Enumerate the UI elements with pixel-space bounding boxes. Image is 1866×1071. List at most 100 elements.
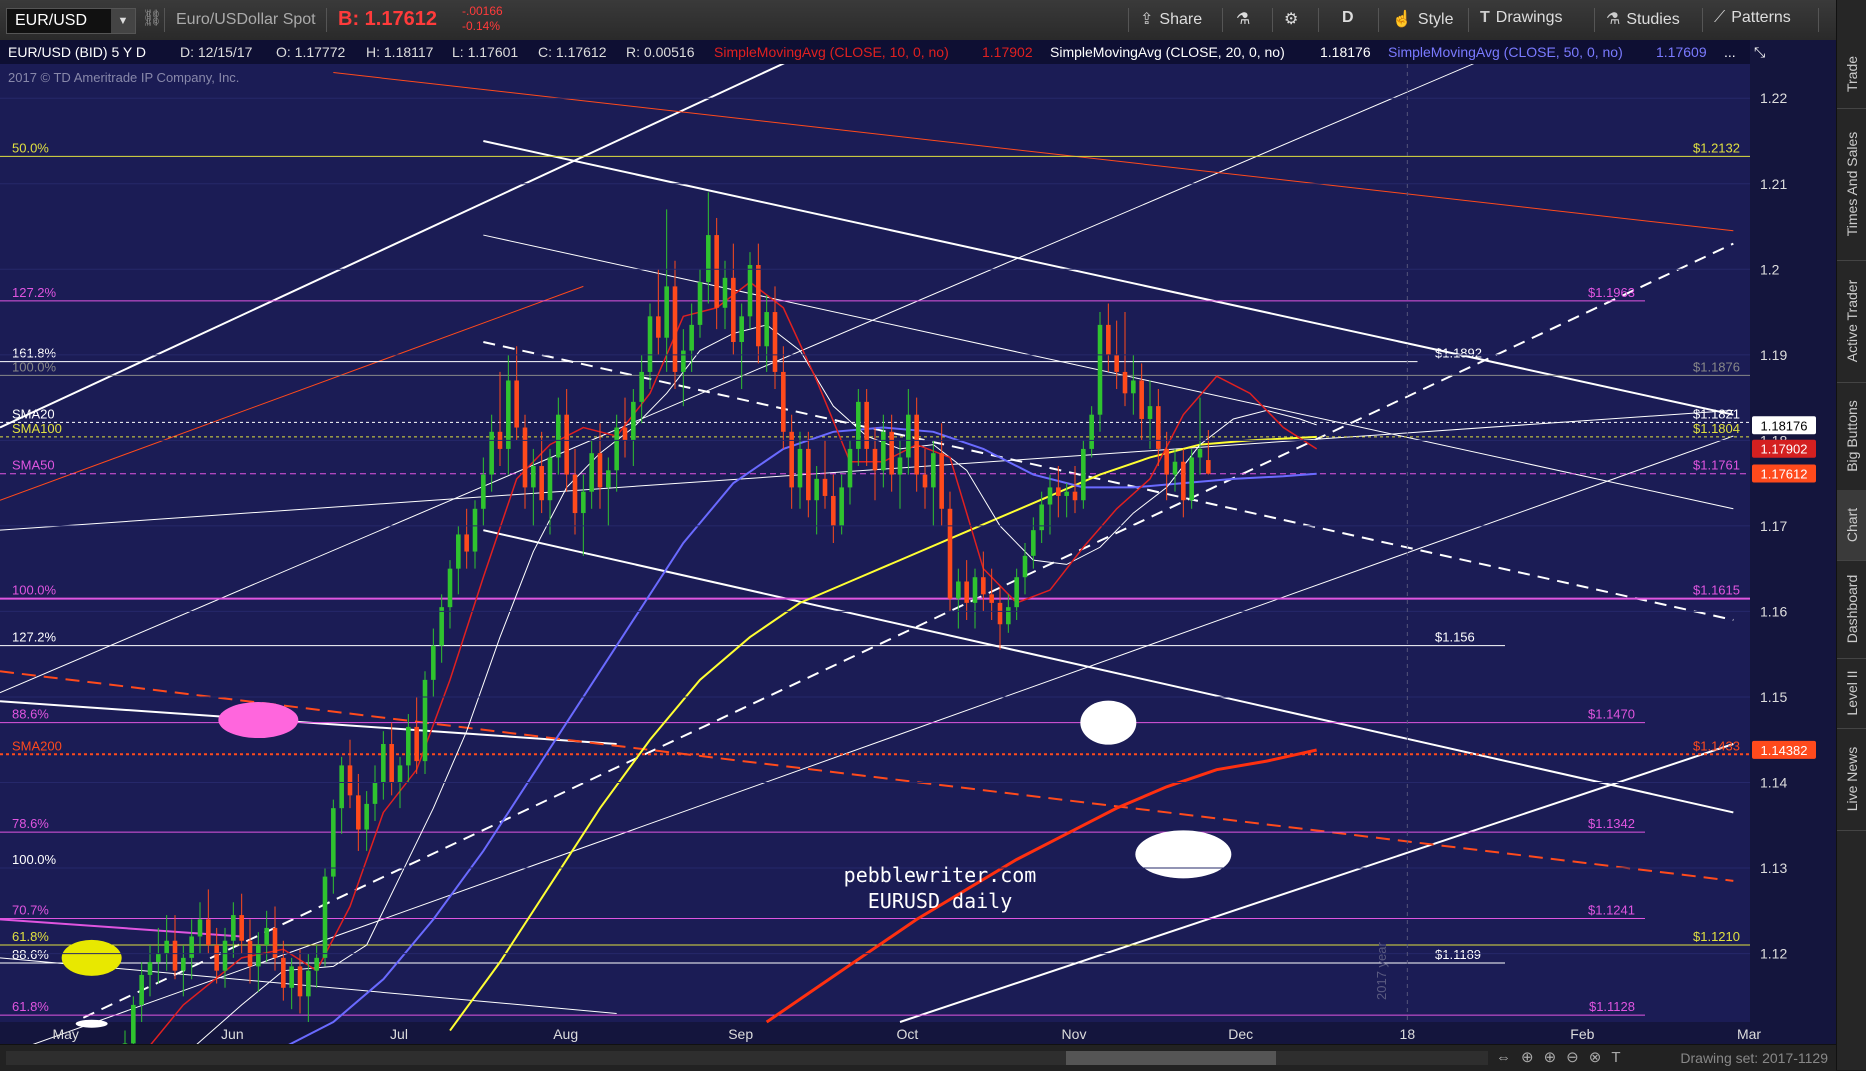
candle-body xyxy=(839,487,844,526)
tab-chart[interactable]: Chart xyxy=(1837,490,1866,561)
candle-body xyxy=(314,957,319,971)
x-tick-label: Nov xyxy=(1062,1026,1087,1042)
symbol-text: EUR/USD xyxy=(15,12,88,29)
tab-active-trader[interactable]: Active Trader xyxy=(1837,260,1866,383)
toolbar-divider xyxy=(1128,8,1129,32)
header-date: D: 12/15/17 xyxy=(180,44,253,60)
toolbar-divider xyxy=(1272,8,1273,32)
candle-body xyxy=(264,927,269,946)
candle-body xyxy=(431,645,436,680)
zoom-out-icon[interactable]: ⊖ xyxy=(1566,1049,1589,1066)
candle-body xyxy=(639,371,644,402)
toolbar-divider xyxy=(1468,8,1469,32)
header-sma20: SimpleMovingAvg (CLOSE, 20, 0, no) xyxy=(1050,44,1285,60)
x-tick-label: Feb xyxy=(1570,1026,1594,1042)
level-value: $1.1963 xyxy=(1588,285,1635,300)
candle-body xyxy=(256,945,261,967)
level-label: 88.6% xyxy=(12,947,49,962)
level-value: $1.1433 xyxy=(1693,738,1740,753)
header-close: C: 1.17612 xyxy=(538,44,607,60)
symbol-selector[interactable]: EUR/USD ▼ xyxy=(6,8,136,34)
candle-body xyxy=(756,265,761,347)
candle-body xyxy=(631,401,636,441)
candle-body xyxy=(1164,448,1169,475)
candle-body xyxy=(831,495,836,526)
share-icon: ⇪ xyxy=(1140,11,1154,28)
candle-body xyxy=(1056,487,1061,496)
level-value: $1.2132 xyxy=(1693,140,1740,155)
level-value: $1.1876 xyxy=(1693,359,1740,374)
share-label: Share xyxy=(1159,11,1203,28)
tab-times-and-sales[interactable]: Times And Sales xyxy=(1837,108,1866,261)
candle-body xyxy=(1047,487,1053,505)
drawing-set-label[interactable]: Drawing set: 2017-1129 xyxy=(1680,1050,1828,1066)
candle-body xyxy=(1022,555,1028,578)
header-sma50: SimpleMovingAvg (CLOSE, 50, 0, no) xyxy=(1388,44,1623,60)
level-label: 100.0% xyxy=(12,852,57,867)
chevron-down-icon[interactable]: ▼ xyxy=(111,9,135,33)
studies-button[interactable]: ⚗ Studies xyxy=(1606,9,1680,31)
candle-body xyxy=(614,427,619,471)
text-tool-icon[interactable]: T xyxy=(1611,1049,1630,1066)
zoom-in-icon[interactable]: ⊕ xyxy=(1544,1049,1567,1066)
drawings-button[interactable]: T Drawings xyxy=(1480,9,1562,31)
pan-icon[interactable]: ⇔ xyxy=(1496,1049,1521,1066)
candle-body xyxy=(922,474,928,488)
toolbar-divider xyxy=(1702,8,1703,32)
scroll-thumb[interactable] xyxy=(1066,1051,1276,1065)
candle-body xyxy=(547,457,553,501)
candle-body xyxy=(189,936,194,958)
change-value: -.00166 xyxy=(462,4,503,18)
tab-live-news[interactable]: Live News xyxy=(1837,728,1866,831)
toolbar-divider xyxy=(1594,8,1595,32)
y-tick-label: 1.2 xyxy=(1760,261,1780,277)
candle-body xyxy=(372,782,378,804)
candle-body xyxy=(881,431,886,471)
header-sma50-value: 1.17609 xyxy=(1656,44,1707,60)
candle-body xyxy=(1031,530,1036,556)
level-label: 61.8% xyxy=(12,929,49,944)
x-tick-label: Sep xyxy=(728,1026,753,1042)
candle-body xyxy=(864,401,869,449)
header-more[interactable]: ... xyxy=(1724,44,1736,60)
patterns-button[interactable]: ⟋ Patterns xyxy=(1714,9,1791,31)
price-chart[interactable]: 50.0% $1.2132127.2% $1.1963161.8% $1.189210… xyxy=(0,40,1836,1044)
x-tick-label: Aug xyxy=(553,1026,578,1042)
tab-dashboard[interactable]: Dashboard xyxy=(1837,560,1866,659)
candle-body xyxy=(322,876,328,958)
level-label: 100.0% xyxy=(12,583,57,598)
settings-button[interactable]: ⚙ xyxy=(1284,9,1298,31)
tab-level-ii[interactable]: Level II xyxy=(1837,658,1866,729)
candle-body xyxy=(1064,491,1069,496)
style-button[interactable]: ☝ Style xyxy=(1392,9,1454,31)
tab-big-buttons[interactable]: Big Buttons xyxy=(1837,382,1866,491)
level-value: $1.1241 xyxy=(1588,903,1635,918)
flask-button[interactable]: ⚗ xyxy=(1236,9,1250,31)
candle-body xyxy=(1139,380,1144,419)
link-icon[interactable]: ⛓ xyxy=(142,8,162,30)
zoom-fit-icon[interactable]: ⊗ xyxy=(1589,1049,1612,1066)
period-button[interactable]: D xyxy=(1342,9,1354,31)
candle-body xyxy=(897,457,903,475)
y-tick-label: 1.21 xyxy=(1760,176,1787,192)
white-ellipse-marker xyxy=(1135,830,1232,879)
collapse-icon[interactable]: ⤡ xyxy=(1754,44,1765,60)
level-value: $1.1210 xyxy=(1693,929,1740,944)
x-tick-label: Jul xyxy=(390,1026,408,1042)
toolbar-divider xyxy=(1318,8,1319,32)
white-ellipse-marker xyxy=(75,1019,108,1028)
share-button[interactable]: ⇪ Share xyxy=(1140,9,1202,31)
candle-body xyxy=(731,277,736,342)
candle-body xyxy=(281,957,286,988)
chart-scrollbar[interactable] xyxy=(6,1051,1488,1065)
candle-body xyxy=(1122,371,1128,394)
level-value: $1.1821 xyxy=(1693,406,1740,421)
level-label: 100.0% xyxy=(12,359,57,374)
candle-body xyxy=(214,945,219,971)
candle-body xyxy=(222,940,228,971)
candle-body xyxy=(814,478,819,501)
crosshair-icon[interactable]: ⊕ xyxy=(1521,1049,1544,1066)
price-badge-label: 1.18176 xyxy=(1761,418,1808,433)
level-value: $1.1470 xyxy=(1588,707,1635,722)
tab-trade[interactable]: Trade xyxy=(1837,40,1866,109)
